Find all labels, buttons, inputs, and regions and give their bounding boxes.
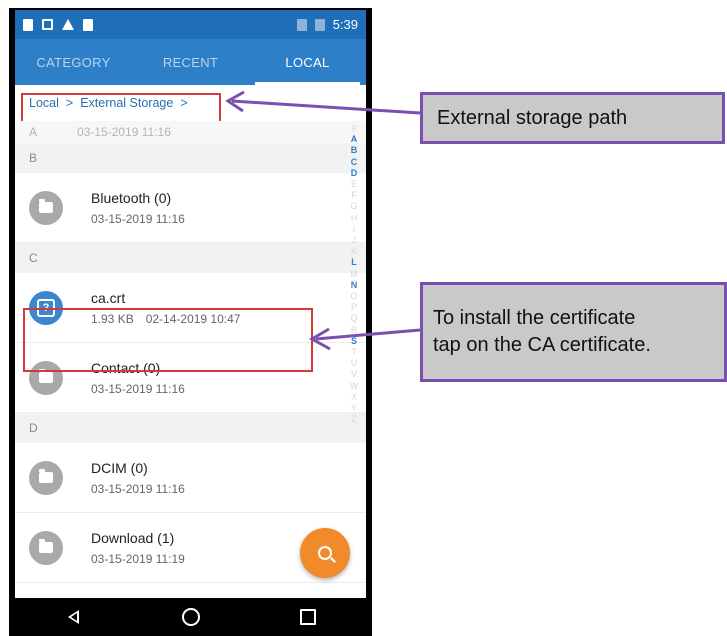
callout-install-line1: To install the certificate <box>433 307 636 329</box>
callout-install-line2: tap on the CA certificate. <box>433 334 651 356</box>
callout-install-certificate: To install the certificate tap on the CA… <box>420 282 727 382</box>
callout-external-storage-path: External storage path <box>420 92 725 144</box>
arrow-to-ca-crt <box>308 327 421 351</box>
arrow-to-breadcrumb <box>225 90 421 115</box>
callout-path-text: External storage path <box>437 106 628 129</box>
